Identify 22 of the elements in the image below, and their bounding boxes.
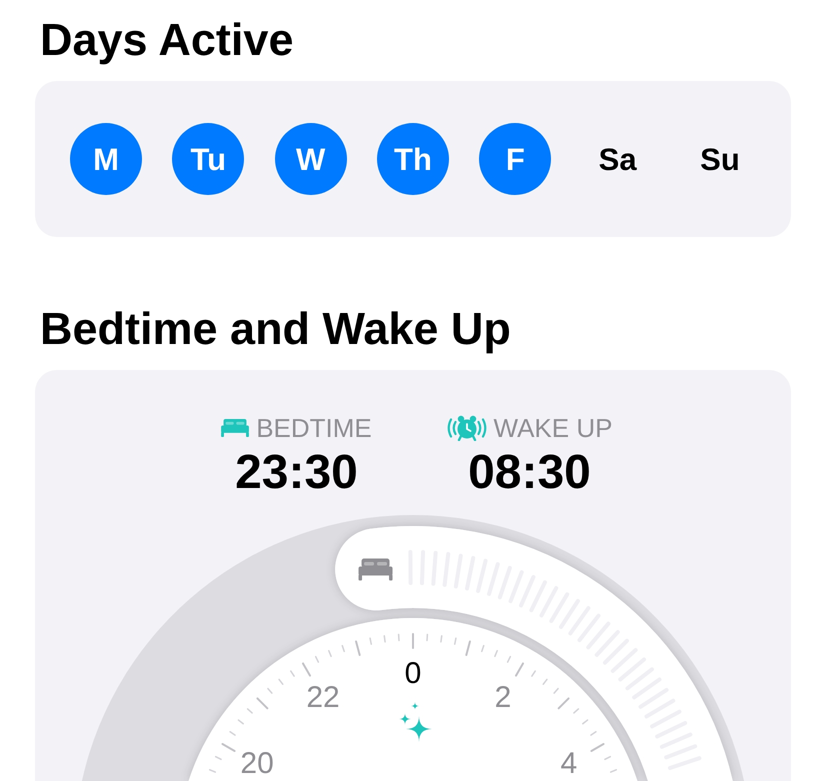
alarm-clock-icon (446, 415, 487, 441)
day-toggle[interactable]: M (70, 123, 142, 195)
sparkle-icon (399, 702, 432, 742)
day-toggle[interactable]: F (479, 123, 552, 195)
hour-label: 0 (404, 659, 422, 689)
hour-label: 22 (306, 683, 340, 714)
hour-label: 2 (494, 683, 512, 714)
time-label: WAKE UP (494, 415, 612, 441)
hour-label: 4 (560, 749, 578, 779)
bed-icon[interactable] (358, 558, 393, 580)
time-label: BEDTIME (256, 415, 372, 441)
day-toggle[interactable]: W (274, 123, 347, 195)
day-toggle[interactable]: Sa (582, 123, 654, 195)
time-value: 08:30 (468, 449, 591, 497)
time-value: 23:30 (235, 449, 358, 497)
day-toggle[interactable]: Su (684, 123, 756, 195)
section-title: Days Active (40, 18, 294, 62)
day-toggle[interactable]: Th (376, 123, 449, 195)
day-toggle[interactable]: Tu (172, 123, 244, 195)
bed-icon (221, 419, 250, 437)
section-title: Bedtime and Wake Up (40, 307, 511, 351)
hour-label: 20 (240, 749, 274, 779)
